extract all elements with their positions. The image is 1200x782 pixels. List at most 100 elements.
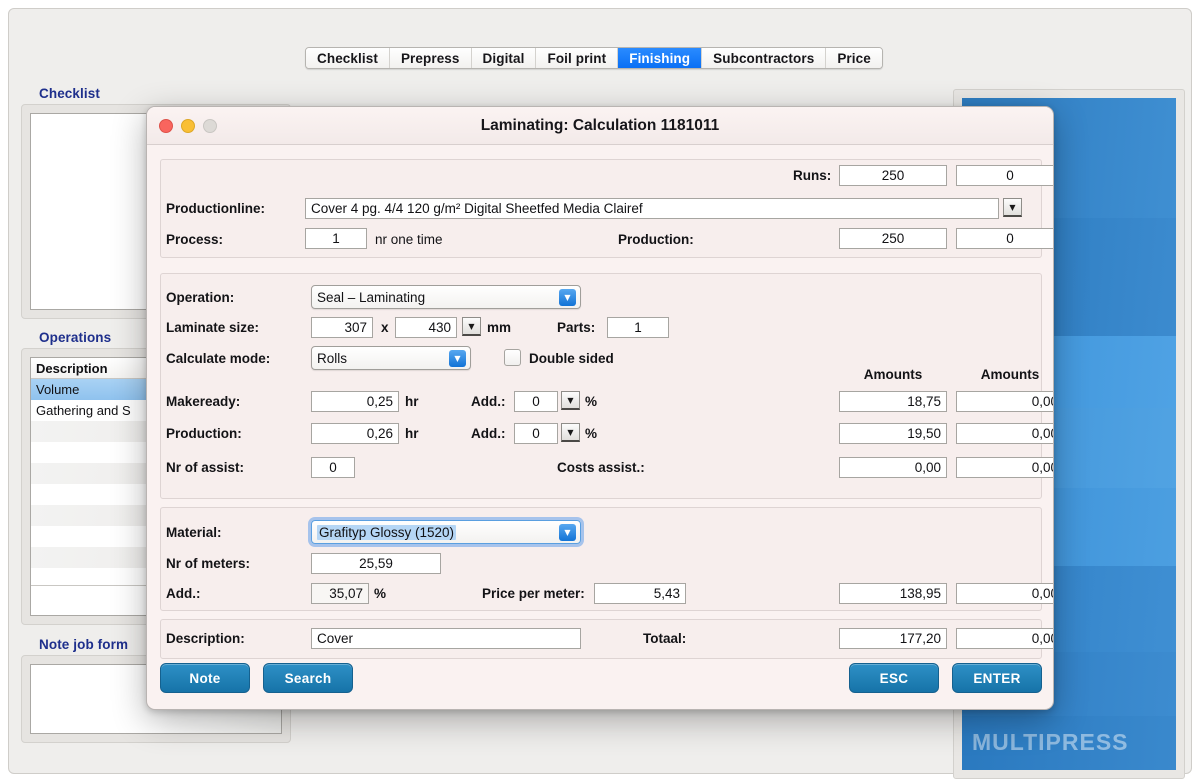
costs-assist-label: Costs assist.: <box>557 460 645 475</box>
window-controls[interactable] <box>159 118 217 133</box>
production-hours-field[interactable]: 0,26 <box>311 423 399 444</box>
maximize-icon <box>203 118 217 133</box>
production-field-2[interactable]: 0 <box>956 228 1053 249</box>
chevron-down-icon[interactable]: ▼ <box>559 524 576 541</box>
double-sided-checkbox[interactable] <box>504 349 521 366</box>
tab-checklist[interactable]: Checklist <box>306 48 390 68</box>
price-per-meter-field[interactable]: 5,43 <box>594 583 686 604</box>
runs-field-2[interactable]: 0 <box>956 165 1053 186</box>
material-select[interactable]: Grafityp Glossy (1520) ▼ <box>311 520 581 544</box>
production-group: Runs: 250 0 0 Productionline: Cover 4 pg… <box>160 159 1053 258</box>
chevron-down-icon[interactable]: ▼ <box>462 317 481 336</box>
tab-price[interactable]: Price <box>826 48 882 68</box>
chevron-down-icon[interactable]: ▼ <box>449 350 466 367</box>
production-unit-label: hr <box>405 426 419 441</box>
laminate-width-field[interactable]: 307 <box>311 317 373 338</box>
calculate-mode-select[interactable]: Rolls ▼ <box>311 346 471 370</box>
nr-of-assist-label: Nr of assist: <box>166 460 245 475</box>
note-job-form-title: Note job form <box>39 637 129 652</box>
double-sided-label: Double sided <box>529 351 614 366</box>
material-add-label: Add.: <box>166 586 201 601</box>
minimize-icon[interactable] <box>181 118 195 133</box>
production-amount-2[interactable]: 0,00 <box>956 423 1053 444</box>
nr-of-meters-field[interactable]: 25,59 <box>311 553 441 574</box>
enter-button[interactable]: ENTER <box>952 663 1042 693</box>
operation-select[interactable]: Seal – Laminating ▼ <box>311 285 581 309</box>
multipress-watermark: MULTIPRESS <box>972 729 1129 755</box>
parts-label: Parts: <box>557 320 596 335</box>
close-icon[interactable] <box>159 118 173 133</box>
note-button[interactable]: Note <box>160 663 250 693</box>
chevron-down-icon[interactable]: ▼ <box>559 289 576 306</box>
material-select-value: Grafityp Glossy (1520) <box>317 524 457 540</box>
makeready-add-label: Add.: <box>471 394 506 409</box>
costs-assist-amount-1[interactable]: 0,00 <box>839 457 947 478</box>
makeready-field[interactable]: 0,25 <box>311 391 399 412</box>
total-amount-1[interactable]: 177,20 <box>839 628 947 649</box>
calculate-mode-value: Rolls <box>317 350 348 366</box>
production-amount-1[interactable]: 19,50 <box>839 423 947 444</box>
screen: Checklist Prepress Digital Foil print Fi… <box>0 0 1200 782</box>
production-label: Production: <box>618 232 694 247</box>
process-label: Process: <box>166 232 224 247</box>
runs-label: Runs: <box>793 168 832 183</box>
tab-finishing[interactable]: Finishing <box>618 48 703 68</box>
checklist-section-title: Checklist <box>39 86 100 101</box>
production-hours-label: Production: <box>166 426 242 441</box>
production-add-unit-label: % <box>585 426 598 441</box>
laminate-height-field[interactable]: 430 <box>395 317 457 338</box>
runs-field-1[interactable]: 250 <box>839 165 947 186</box>
calculate-mode-label: Calculate mode: <box>166 351 271 366</box>
parts-field[interactable]: 1 <box>607 317 669 338</box>
process-field[interactable]: 1 <box>305 228 367 249</box>
operation-label: Operation: <box>166 290 235 305</box>
makeready-add-unit-label: % <box>585 394 598 409</box>
makeready-amount-2[interactable]: 0,00 <box>956 391 1053 412</box>
operations-section-title: Operations <box>39 330 112 345</box>
amounts-header-2: Amounts <box>980 367 1040 382</box>
production-add-field[interactable]: 0 <box>514 423 558 444</box>
process-suffix-label: nr one time <box>375 232 443 247</box>
material-add-unit-label: % <box>374 586 387 601</box>
nr-of-assist-field[interactable]: 0 <box>311 457 355 478</box>
laminate-size-label: Laminate size: <box>166 320 260 335</box>
production-field-1[interactable]: 250 <box>839 228 947 249</box>
search-button[interactable]: Search <box>263 663 353 693</box>
makeready-label: Makeready: <box>166 394 241 409</box>
operation-select-value: Seal – Laminating <box>317 289 426 305</box>
total-label: Totaal: <box>643 631 687 646</box>
material-label: Material: <box>166 525 222 540</box>
description-label: Description: <box>166 631 245 646</box>
description-field[interactable]: Cover <box>311 628 581 649</box>
laminate-x-label: x <box>381 320 389 335</box>
chevron-down-icon[interactable]: ▼ <box>1003 198 1022 217</box>
tab-digital[interactable]: Digital <box>471 48 537 68</box>
nr-of-meters-label: Nr of meters: <box>166 556 251 571</box>
tab-foil-print[interactable]: Foil print <box>536 48 619 68</box>
dialog-title: Laminating: Calculation 1181011 <box>480 116 720 134</box>
makeready-add-field[interactable]: 0 <box>514 391 558 412</box>
chevron-down-icon[interactable]: ▼ <box>561 423 580 442</box>
description-total-group: Description: Cover Totaal: 177,20 0,00 0… <box>160 619 1053 659</box>
price-per-meter-label: Price per meter: <box>482 586 585 601</box>
material-group: Material: Grafityp Glossy (1520) ▼ Nr of… <box>160 507 1053 611</box>
operation-group: Operation: Seal – Laminating ▼ Laminate … <box>160 273 1053 499</box>
amounts-header-1: Amounts <box>863 367 923 382</box>
esc-button[interactable]: ESC <box>849 663 939 693</box>
costs-assist-amount-2[interactable]: 0,00 <box>956 457 1053 478</box>
makeready-unit-label: hr <box>405 394 419 409</box>
productionline-label: Productionline: <box>166 201 265 216</box>
material-add-field[interactable]: 35,07 <box>311 583 369 604</box>
price-amount-2[interactable]: 0,00 <box>956 583 1053 604</box>
productionline-field[interactable]: Cover 4 pg. 4/4 120 g/m² Digital Sheetfe… <box>305 198 999 219</box>
production-add-label: Add.: <box>471 426 506 441</box>
dialog-titlebar[interactable]: Laminating: Calculation 1181011 <box>147 107 1053 145</box>
main-tab-bar[interactable]: Checklist Prepress Digital Foil print Fi… <box>305 47 883 69</box>
tab-subcontractors[interactable]: Subcontractors <box>702 48 827 68</box>
price-amount-1[interactable]: 138,95 <box>839 583 947 604</box>
laminate-unit-label: mm <box>487 320 512 335</box>
makeready-amount-1[interactable]: 18,75 <box>839 391 947 412</box>
tab-prepress[interactable]: Prepress <box>389 48 472 68</box>
total-amount-2[interactable]: 0,00 <box>956 628 1053 649</box>
chevron-down-icon[interactable]: ▼ <box>561 391 580 410</box>
